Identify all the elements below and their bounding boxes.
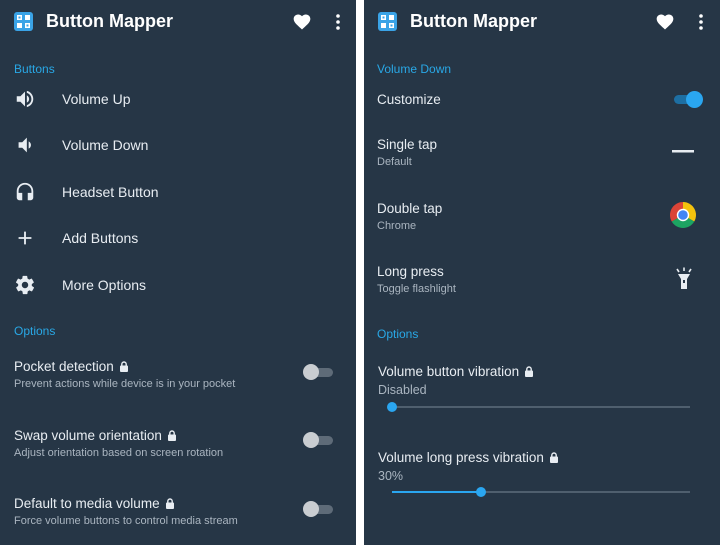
action-single-tap[interactable]: Single tap Default xyxy=(364,132,720,188)
volume-button-vibration-setting: Volume button vibration Disabled xyxy=(364,356,720,416)
volume-up-icon xyxy=(16,90,34,108)
gear-icon xyxy=(15,275,35,295)
volume-long-press-vibration-setting: Volume long press vibration 30% xyxy=(364,442,720,502)
chrome-icon xyxy=(669,202,697,229)
lock-icon xyxy=(549,452,558,463)
action-long-press[interactable]: Long press Toggle flashlight xyxy=(364,258,720,314)
lock-icon xyxy=(525,366,534,377)
volume-long-press-vibration-slider[interactable] xyxy=(392,485,690,499)
slider-title: Volume long press vibration xyxy=(378,450,559,465)
action-value: Toggle flashlight xyxy=(377,283,456,295)
option-pocket-detection[interactable]: Pocket detection Prevent actions while d… xyxy=(0,352,356,408)
slider-thumb[interactable] xyxy=(476,487,487,497)
option-title: Pocket detection xyxy=(14,359,129,374)
lock-icon xyxy=(167,430,176,441)
app-title: Button Mapper xyxy=(46,11,173,31)
dash-icon xyxy=(672,150,694,153)
button-item-add-buttons[interactable]: Add Buttons xyxy=(0,218,356,258)
volume-down-icon xyxy=(18,137,31,153)
overflow-menu-icon[interactable] xyxy=(696,12,706,32)
section-header-options: Options xyxy=(14,324,56,338)
action-value: Default xyxy=(377,156,412,168)
customize-row[interactable]: Customize xyxy=(364,82,720,118)
lock-icon xyxy=(119,361,128,372)
option-swap-volume-orientation[interactable]: Swap volume orientation Adjust orientati… xyxy=(0,421,356,477)
button-item-volume-up[interactable]: Volume Up xyxy=(0,79,356,119)
button-item-label: Headset Button xyxy=(62,184,159,200)
plus-icon xyxy=(18,231,32,245)
action-title: Single tap xyxy=(377,137,438,152)
option-title: Swap volume orientation xyxy=(14,428,177,443)
button-item-label: Add Buttons xyxy=(62,230,139,246)
slider-thumb[interactable] xyxy=(387,402,397,412)
customize-label: Customize xyxy=(377,92,441,107)
heart-icon[interactable] xyxy=(292,12,312,32)
pocket-detection-toggle[interactable] xyxy=(303,362,335,382)
app-title: Button Mapper xyxy=(410,11,537,31)
overflow-menu-icon[interactable] xyxy=(333,12,343,32)
button-item-volume-down[interactable]: Volume Down xyxy=(0,125,356,165)
headset-icon xyxy=(16,182,34,201)
slider-value-text: Disabled xyxy=(378,383,427,397)
app-bar: Button Mapper xyxy=(0,0,356,44)
option-default-media-volume[interactable]: Default to media volume Force volume but… xyxy=(0,489,356,545)
button-item-more-options[interactable]: More Options xyxy=(0,265,356,305)
section-header-volume-down: Volume Down xyxy=(377,62,452,76)
swap-volume-orientation-toggle[interactable] xyxy=(303,430,335,450)
button-item-label: Volume Up xyxy=(62,91,131,107)
action-title: Long press xyxy=(377,264,444,279)
app-logo-icon xyxy=(14,12,33,31)
slider-title: Volume button vibration xyxy=(378,364,534,379)
action-double-tap[interactable]: Double tap Chrome xyxy=(364,195,720,251)
action-value: Chrome xyxy=(377,220,417,232)
option-subtitle: Force volume buttons to control media st… xyxy=(14,515,238,527)
slider-value-text: 30% xyxy=(378,469,404,483)
customize-toggle[interactable] xyxy=(672,89,704,109)
heart-icon[interactable] xyxy=(655,12,675,32)
section-header-buttons: Buttons xyxy=(14,62,55,76)
button-item-label: More Options xyxy=(62,277,147,293)
app-logo-icon xyxy=(378,12,397,31)
button-detail-screen: Button Mapper Volume Down Customize Sing… xyxy=(364,0,720,545)
option-subtitle: Adjust orientation based on screen rotat… xyxy=(14,447,224,459)
button-item-headset[interactable]: Headset Button xyxy=(0,172,356,212)
option-title: Default to media volume xyxy=(14,496,175,511)
lock-icon xyxy=(165,498,174,509)
section-header-options: Options xyxy=(377,327,419,341)
button-item-label: Volume Down xyxy=(62,137,149,153)
default-media-volume-toggle[interactable] xyxy=(303,499,335,519)
app-bar: Button Mapper xyxy=(364,0,720,44)
button-list-screen: Button Mapper Buttons Volume Up Volume D… xyxy=(0,0,356,545)
volume-button-vibration-slider[interactable] xyxy=(387,400,690,414)
option-subtitle: Prevent actions while device is in your … xyxy=(14,378,236,390)
flashlight-icon xyxy=(676,267,692,289)
action-title: Double tap xyxy=(377,201,443,216)
